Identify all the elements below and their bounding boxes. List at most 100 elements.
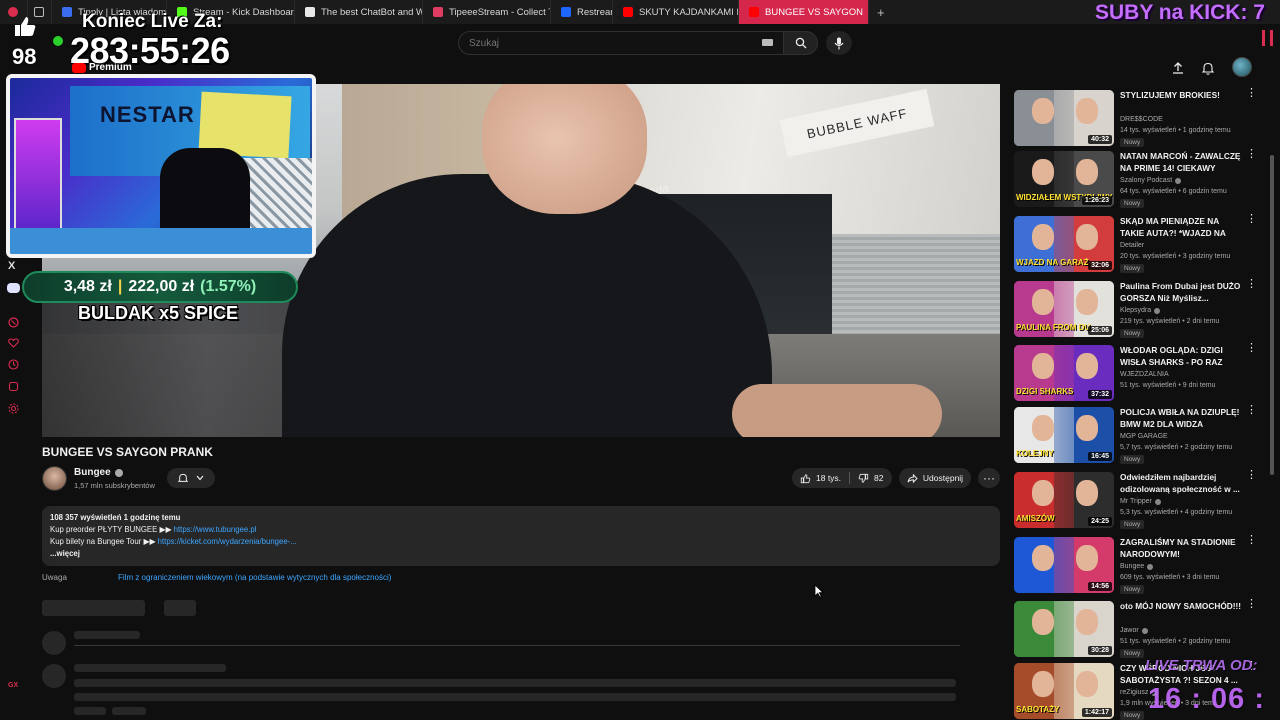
description-link-2[interactable]: https://kicket.com/wydarzenia/bungee-...	[158, 537, 297, 546]
new-tab-icon[interactable]: +	[869, 5, 893, 20]
recommended-channel[interactable]: Klepsydra	[1120, 307, 1151, 314]
recommended-channel[interactable]: reZigiusz	[1120, 689, 1148, 696]
like-dislike-group: 18 tys. 82	[792, 468, 892, 488]
recommended-title[interactable]: oto MÓJ NOWY SAMOCHÓD!!!	[1120, 601, 1244, 613]
recommended-channel[interactable]: MGP GARAGE	[1120, 433, 1168, 440]
recommended-title[interactable]: ZAGRALIŚMY NA STADIONIE NARODOWYM!	[1120, 537, 1244, 560]
recommended-title[interactable]: NATAN MARCOŃ - ZAWALCZĘ NA PRIME 14! CIE…	[1120, 151, 1244, 174]
recommended-title[interactable]: SKĄD MA PIENIĄDZE NA TAKIE AUTA?! *WJAZD…	[1120, 216, 1244, 239]
sidebar-heart-icon[interactable]	[7, 336, 20, 349]
like-button[interactable]: 18 tys.	[792, 468, 849, 488]
upload-button[interactable]	[1170, 60, 1186, 76]
recommended-menu-button[interactable]: ⋮	[1246, 405, 1257, 416]
recommended-channel[interactable]: Jawor	[1120, 627, 1139, 634]
recommended-channel-row[interactable]: Mr Tripper	[1120, 498, 1161, 505]
recommended-title[interactable]: Odwiedziłem najbardziej odizolowaną społ…	[1120, 472, 1244, 495]
recommended-channel-row[interactable]: MGP GARAGE	[1120, 433, 1168, 440]
browser-tab[interactable]: SKUTY KAJDANKAMI NA	[613, 0, 739, 24]
recommended-channel-row[interactable]: Klepsydra	[1120, 307, 1161, 314]
notifications-button[interactable]	[1200, 60, 1216, 76]
video-duration: 14:56	[1088, 582, 1112, 591]
video-thumbnail[interactable]: WIDZIAŁEM WSTYDLIWY FILM Z DEN1:26:23	[1014, 151, 1114, 207]
recommended-channel[interactable]: Mr Tripper	[1120, 498, 1152, 505]
recommended-channel-row[interactable]: WJEŻDŻALNIA	[1120, 371, 1169, 378]
new-badge: Nowy	[1120, 138, 1145, 147]
search-button[interactable]	[784, 31, 818, 55]
video-thumbnail[interactable]: 14:56	[1014, 537, 1114, 593]
recommended-video-item[interactable]: PAULINA FROM DU 25:06 Paulina From Dubai j…	[1014, 279, 1257, 339]
browser-tab[interactable]: TipeeeStream - Collect T	[423, 0, 551, 24]
thumbnail-face	[1032, 159, 1054, 185]
recommended-video-item[interactable]: WIDZIAŁEM WSTYDLIWY FILM Z DEN1:26:23 NAT…	[1014, 149, 1257, 209]
subscription-bell-button[interactable]	[167, 468, 215, 488]
recommended-channel[interactable]: DRE$$CODE	[1120, 116, 1163, 123]
recommended-channel[interactable]: Szalony Podcast	[1120, 177, 1172, 184]
recommended-title[interactable]: Paulina From Dubai jest DUŻO GORSZA Niż …	[1120, 281, 1244, 304]
recommended-menu-button[interactable]: ⋮	[1246, 470, 1257, 481]
keyboard-icon[interactable]	[762, 39, 773, 46]
search-input[interactable]	[458, 31, 784, 55]
recommended-channel-row[interactable]: DRE$$CODE	[1120, 116, 1163, 123]
voice-search-button[interactable]	[826, 31, 852, 55]
recommended-video-item[interactable]: 40:32 STYLIZUJEMY BROKIES! DRE$$CODE 14 tys…	[1014, 88, 1257, 148]
recommended-channel[interactable]: Detailer	[1120, 242, 1144, 249]
recommended-menu-button[interactable]: ⋮	[1246, 149, 1257, 160]
description-box[interactable]: 108 357 wyświetleń 1 godzinę temu Kup pr…	[42, 506, 1000, 566]
video-thumbnail[interactable]: SABOTAŻY 1:42:17	[1014, 663, 1114, 719]
recommended-menu-button[interactable]: ⋮	[1246, 535, 1257, 546]
sidebar-clock-icon[interactable]	[7, 358, 20, 371]
more-actions-button[interactable]: ···	[978, 468, 1000, 488]
age-restriction-link[interactable]: Film z ograniczeniem wiekowym (na podsta…	[118, 573, 391, 582]
recommended-video-item[interactable]: KOLEJNY 16:45 POLICJA WBIŁA NA DZIUPLĘ! BM…	[1014, 405, 1257, 465]
video-thumbnail[interactable]: PAULINA FROM DU 25:06	[1014, 281, 1114, 337]
recommended-title[interactable]: STYLIZUJEMY BROKIES!	[1120, 90, 1244, 102]
video-thumbnail[interactable]: AMISZÓW 24:25	[1014, 472, 1114, 528]
thumbs-down-icon	[858, 473, 869, 483]
recommended-meta: 64 tys. wyświetleń • 6 godzin temu	[1120, 188, 1227, 195]
dislike-button[interactable]: 82	[850, 468, 891, 488]
recommended-menu-button[interactable]: ⋮	[1246, 214, 1257, 225]
recommended-video-item[interactable]: WJAZD NA GARAŻ 32:06 SKĄD MA PIENIĄDZE NA …	[1014, 214, 1257, 274]
recommended-channel[interactable]: Bungee	[1120, 563, 1144, 570]
account-avatar[interactable]	[1232, 57, 1252, 77]
discord-icon	[7, 283, 20, 293]
recommended-menu-button[interactable]: ⋮	[1246, 343, 1257, 354]
recommended-title[interactable]: WŁODAR OGLĄDA: DZIGI WISŁA SHARKS - PO R…	[1120, 345, 1244, 368]
description-link-1[interactable]: https://www.tubungee.pl	[174, 525, 257, 534]
browser-tab[interactable]: Restream	[551, 0, 613, 24]
skeleton-avatar	[42, 664, 66, 688]
recommended-channel[interactable]: WJEŻDŻALNIA	[1120, 371, 1169, 378]
sidebar-circle-x-icon[interactable]	[7, 316, 20, 329]
recommended-menu-button[interactable]: ⋮	[1246, 599, 1257, 610]
recommended-channel-row[interactable]: Detailer	[1120, 242, 1144, 249]
sidebar-puzzle-icon[interactable]	[7, 380, 20, 393]
recommended-video-item[interactable]: DZIGI SHARKS 37:32 WŁODAR OGLĄDA: DZIGI WI…	[1014, 343, 1257, 403]
video-thumbnail[interactable]: WJAZD NA GARAŻ 32:06	[1014, 216, 1114, 272]
recommended-menu-button[interactable]: ⋮	[1246, 88, 1257, 99]
recommended-channel-row[interactable]: Szalony Podcast	[1120, 177, 1182, 184]
video-thumbnail[interactable]: 30:28	[1014, 601, 1114, 657]
channel-avatar[interactable]	[42, 466, 67, 491]
browser-tab[interactable]: BUNGEE VS SAYGON	[739, 0, 869, 24]
recommended-meta: 51 tys. wyświetleń • 2 godziny temu	[1120, 638, 1231, 645]
recommended-video-item[interactable]: 30:28 oto MÓJ NOWY SAMOCHÓD!!! Jawor 51 tys…	[1014, 599, 1257, 659]
share-button[interactable]: Udostępnij	[899, 468, 971, 488]
new-badge: Nowy	[1120, 455, 1145, 464]
recommended-channel-row[interactable]: Bungee	[1120, 563, 1154, 570]
recommended-video-item[interactable]: 14:56 ZAGRALIŚMY NA STADIONIE NARODOWYM! B…	[1014, 535, 1257, 595]
video-thumbnail[interactable]: KOLEJNY 16:45	[1014, 407, 1114, 463]
sidebar-settings-icon[interactable]	[7, 402, 20, 415]
description-more-link[interactable]: ...więcej	[50, 548, 992, 560]
video-thumbnail[interactable]: DZIGI SHARKS 37:32	[1014, 345, 1114, 401]
page-scrollbar[interactable]	[1270, 155, 1274, 475]
recommended-menu-button[interactable]: ⋮	[1246, 279, 1257, 290]
channel-name[interactable]: Bungee	[74, 467, 111, 478]
recommended-title[interactable]: POLICJA WBIŁA NA DZIUPLĘ! BMW M2 DLA WID…	[1120, 407, 1244, 430]
overlay-live-since-label: LIVE TRWA OD:	[1145, 657, 1258, 674]
recommended-video-item[interactable]: AMISZÓW 24:25 Odwiedziłem najbardziej odiz…	[1014, 470, 1257, 530]
overlay-kick-subs: SUBY na KICK: 7	[1095, 1, 1265, 24]
recommended-channel-row[interactable]: Jawor	[1120, 627, 1148, 634]
browser-tab[interactable]: The best ChatBot and W	[295, 0, 423, 24]
channel-name-row[interactable]: Bungee	[74, 467, 123, 478]
video-thumbnail[interactable]: 40:32	[1014, 90, 1114, 146]
